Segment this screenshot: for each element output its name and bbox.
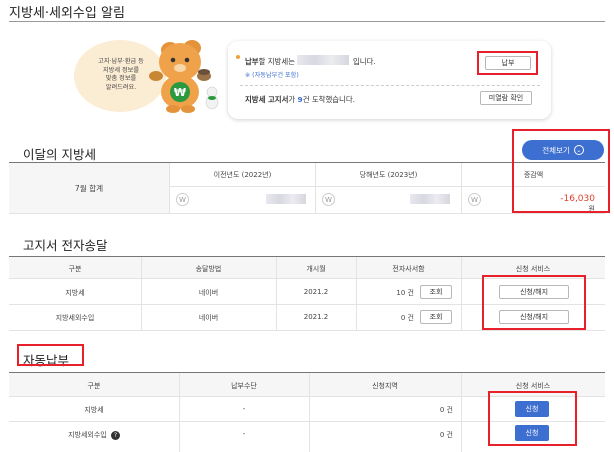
bill-row-type: 지방세 (65, 289, 85, 297)
masked-prev-amount (266, 194, 306, 204)
header-prev-year: 이전년도 (2022년) (213, 171, 272, 179)
autopay-row-means: - (242, 405, 246, 413)
bill-row-start: 2021.2 (303, 313, 329, 321)
unread-check-button[interactable]: 미열람 확인 (480, 91, 532, 105)
autopay-header-service: 신청 서비스 (515, 382, 551, 390)
bill-row-method: 네이버 (198, 289, 219, 297)
header-curr-year: 당해년도 (2023년) (359, 171, 418, 179)
bill-delivery-title: 고지서 전자송달 (23, 238, 108, 253)
card-divider (240, 85, 540, 86)
col-sep (461, 163, 462, 213)
view-mailbox-button[interactable]: 조회 (420, 310, 452, 324)
bill-header-start: 개시월 (306, 265, 326, 273)
monthly-title: 이달의 지방세 (23, 147, 96, 162)
col-sep (356, 257, 357, 330)
autopay-row-means: - (242, 430, 246, 438)
masked-amount (297, 55, 349, 65)
bill-header-service: 신청 서비스 (515, 265, 551, 273)
autopay-row-count: 0 건 (439, 406, 453, 414)
svg-text:₩: ₩ (174, 86, 186, 99)
col-sep (461, 257, 462, 330)
payment-due-suffix: 입니다. (353, 57, 376, 66)
bill-row-count: 10 건 (396, 289, 414, 297)
autopay-header-region: 신청지역 (372, 382, 398, 390)
autopay-row-type: 지방세 (84, 406, 104, 414)
row-line (9, 330, 605, 331)
bill-header-method: 송달방법 (195, 265, 222, 273)
autopay-header-type: 구분 (87, 382, 101, 390)
highlight-pay-button (477, 51, 538, 75)
highlight-autopay-title (17, 344, 84, 366)
col-sep (461, 373, 462, 452)
highlight-autopay-service (488, 391, 577, 446)
bill-row-method: 네이버 (198, 314, 219, 322)
notice-text: 지방세 고지서가 9건 도착했습니다. (245, 95, 355, 104)
bill-row-type: 지방세외수입 (55, 314, 95, 322)
col-sep (169, 163, 170, 213)
won-icon: W (468, 193, 481, 206)
title-divider (9, 21, 605, 22)
autopay-row-count: 0 건 (439, 431, 453, 439)
page-title: 지방세·세외수입 알림 (9, 6, 125, 21)
help-question-icon[interactable]: ? (110, 430, 120, 440)
col-sep (309, 373, 310, 452)
autopay-row-type: 지방세외수입 (68, 431, 107, 439)
won-icon: W (322, 193, 335, 206)
bullet-dot (236, 55, 240, 59)
payment-due-text: 납부할 지방세는 (245, 57, 295, 66)
bill-header-mailbox: 전자사서함 (392, 265, 425, 273)
bill-row-count: 0 건 (400, 314, 414, 322)
masked-curr-amount (410, 194, 450, 204)
mascot-illustration: ₩ (140, 32, 225, 117)
bill-header-type: 구분 (68, 265, 82, 273)
view-mailbox-button[interactable]: 조회 (420, 285, 452, 299)
highlight-bill-service (482, 275, 586, 330)
monthly-row-label: 7월 합계 (74, 184, 104, 193)
highlight-monthly (512, 129, 610, 213)
autopay-note: ※ (자동납부건 포함) (245, 72, 299, 79)
won-icon: W (176, 193, 189, 206)
bill-row-start: 2021.2 (303, 288, 329, 296)
col-sep (315, 163, 316, 213)
autopay-row-type-wrapper: 지방세외수입 ? (9, 430, 179, 440)
monthly-bottom-line (9, 213, 605, 214)
autopay-header-means: 납부수단 (231, 382, 257, 390)
